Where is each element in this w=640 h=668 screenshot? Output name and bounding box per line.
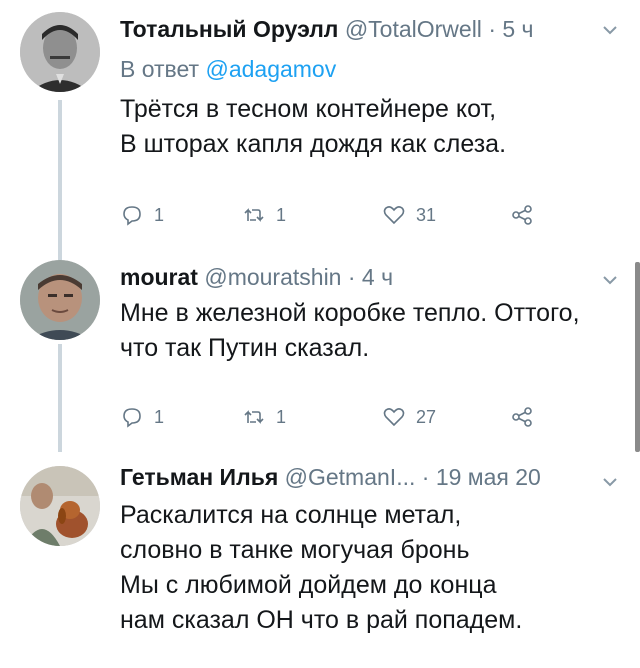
avatar[interactable] (20, 466, 100, 546)
tweet-header: Гетьман Илья @GetmanI... · 19 мая 20 (120, 462, 541, 492)
tweet-actions: 1 1 31 (120, 200, 540, 230)
chevron-down-icon[interactable] (602, 474, 618, 490)
retweet-icon (244, 410, 264, 424)
tweet-text-line: Мы с любимой дойдем до конца (120, 571, 497, 599)
thread-line (58, 100, 62, 262)
avatar-getman-image (20, 466, 100, 546)
tweet-text: Мне в железной коробке тепло. Оттого, чт… (120, 296, 620, 366)
like-count: 27 (416, 406, 437, 427)
avatar-orwell-image (20, 12, 100, 92)
avatar[interactable] (20, 260, 100, 340)
tweet-header: Тотальный Оруэлл @TotalOrwell · 5 ч (120, 14, 534, 44)
reply-label: В ответ (120, 56, 200, 82)
tweet-header: mourat @mouratshin · 4 ч (120, 262, 393, 292)
author-handle[interactable]: @mouratshin (204, 264, 341, 290)
tweet-text-line: что так Путин сказал. (120, 334, 370, 362)
scrollbar[interactable] (635, 262, 640, 452)
share-button[interactable] (510, 402, 534, 432)
retweet-button[interactable]: 1 (242, 402, 286, 432)
reply-button[interactable]: 1 (120, 200, 164, 230)
retweet-icon (244, 208, 264, 222)
reply-icon (123, 206, 141, 226)
author-name[interactable]: Тотальный Оруэлл (120, 16, 338, 42)
timestamp[interactable]: 5 ч (502, 16, 533, 42)
tweet[interactable]: mourat @mouratshin · 4 ч Мне в железной … (0, 252, 640, 452)
thread-line (58, 344, 62, 452)
tweet-text-line: словно в танке могучая бронь (120, 536, 470, 564)
tweet[interactable]: Гетьман Илья @GetmanI... · 19 мая 20 Рас… (0, 452, 640, 668)
tweet-actions: 1 1 27 (120, 402, 540, 432)
heart-icon (383, 408, 405, 427)
share-button[interactable] (510, 200, 534, 230)
reply-count: 1 (154, 406, 165, 427)
tweet-text-line: нам сказал ОН что в рай попадем. (120, 606, 523, 634)
avatar-mourat-image (20, 260, 100, 340)
tweet-text-line: В шторах капля дождя как слеза. (120, 130, 507, 158)
reply-mention-link[interactable]: @adagamov (205, 56, 336, 82)
reply-icon (123, 408, 141, 428)
like-button[interactable]: 31 (382, 200, 436, 230)
avatar[interactable] (20, 12, 100, 92)
separator-dot: · (421, 464, 430, 490)
author-name[interactable]: mourat (120, 264, 198, 290)
separator-dot: · (347, 264, 356, 290)
tweet-text: Трётся в тесном контейнере кот, В шторах… (120, 92, 620, 162)
author-handle[interactable]: @TotalOrwell (345, 16, 482, 42)
share-icon (512, 205, 532, 225)
timestamp[interactable]: 19 мая 20 (436, 464, 541, 490)
retweet-count: 1 (276, 204, 287, 225)
tweet-text-line: Мне в железной коробке тепло. Оттого, (120, 299, 580, 327)
share-icon (512, 407, 532, 427)
heart-icon (383, 206, 405, 225)
chevron-down-icon[interactable] (602, 22, 618, 38)
separator-dot: · (488, 16, 496, 42)
author-handle[interactable]: @GetmanI... (285, 464, 416, 490)
timestamp[interactable]: 4 ч (362, 264, 393, 290)
tweet-text: Раскалится на солнце метал, словно в тан… (120, 498, 620, 638)
tweet[interactable]: Тотальный Оруэлл @TotalOrwell · 5 ч В от… (0, 0, 640, 262)
like-button[interactable]: 27 (382, 402, 436, 432)
retweet-button[interactable]: 1 (242, 200, 286, 230)
reply-button[interactable]: 1 (120, 402, 164, 432)
author-name[interactable]: Гетьман Илья (120, 464, 278, 490)
tweet-text-line: Раскалится на солнце метал, (120, 501, 462, 529)
tweet-text-line: Трётся в тесном контейнере кот, (120, 95, 497, 123)
chevron-down-icon[interactable] (602, 272, 618, 288)
retweet-count: 1 (276, 406, 287, 427)
reply-count: 1 (154, 204, 165, 225)
like-count: 31 (416, 204, 437, 225)
reply-context: В ответ @adagamov (120, 54, 336, 84)
